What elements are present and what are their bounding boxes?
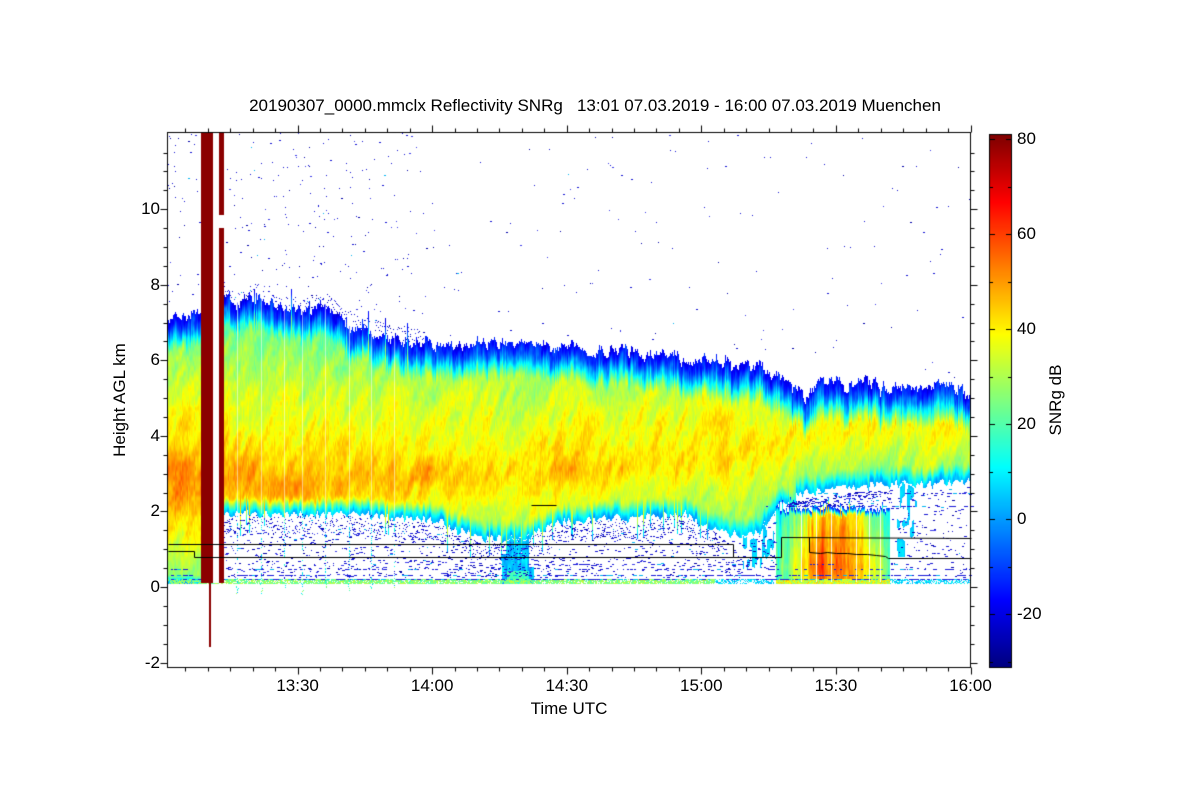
x-tick-label: 14:30 [545, 676, 589, 695]
x-tick-label: 14:00 [410, 676, 454, 695]
reflectivity-heatmap-canvas [0, 0, 1200, 800]
y-tick-label: -2 [144, 652, 160, 672]
y-tick-label: 0 [150, 577, 160, 597]
colorbar-tick-label: 20 [1017, 414, 1036, 434]
x-tick-label: 15:30 [814, 676, 858, 695]
x-tick-label: 16:00 [949, 676, 992, 695]
y-tick-label: 8 [150, 274, 160, 294]
y-tick-label: 10 [141, 199, 160, 219]
radar-reflectivity-figure: 20190307_0000.mmclx Reflectivity SNRg 13… [0, 0, 1200, 800]
y-tick-label: 4 [150, 425, 160, 445]
colorbar-tick-label: 60 [1017, 224, 1036, 244]
colorbar-label: SNRg dB [1046, 364, 1065, 436]
colorbar-tick-label: 0 [1017, 509, 1027, 529]
y-tick-label: 6 [150, 350, 160, 370]
x-tick-label: 15:00 [680, 676, 723, 695]
chart-title: 20190307_0000.mmclx Reflectivity SNRg 13… [249, 96, 941, 115]
colorbar-tick-label: 80 [1017, 129, 1036, 149]
colorbar-tick-label: -20 [1017, 604, 1042, 624]
y-tick-label: 2 [150, 501, 160, 521]
x-tick-label: 13:30 [276, 676, 319, 695]
colorbar-tick-label: 40 [1017, 319, 1036, 339]
x-axis-label: Time UTC [530, 699, 608, 718]
